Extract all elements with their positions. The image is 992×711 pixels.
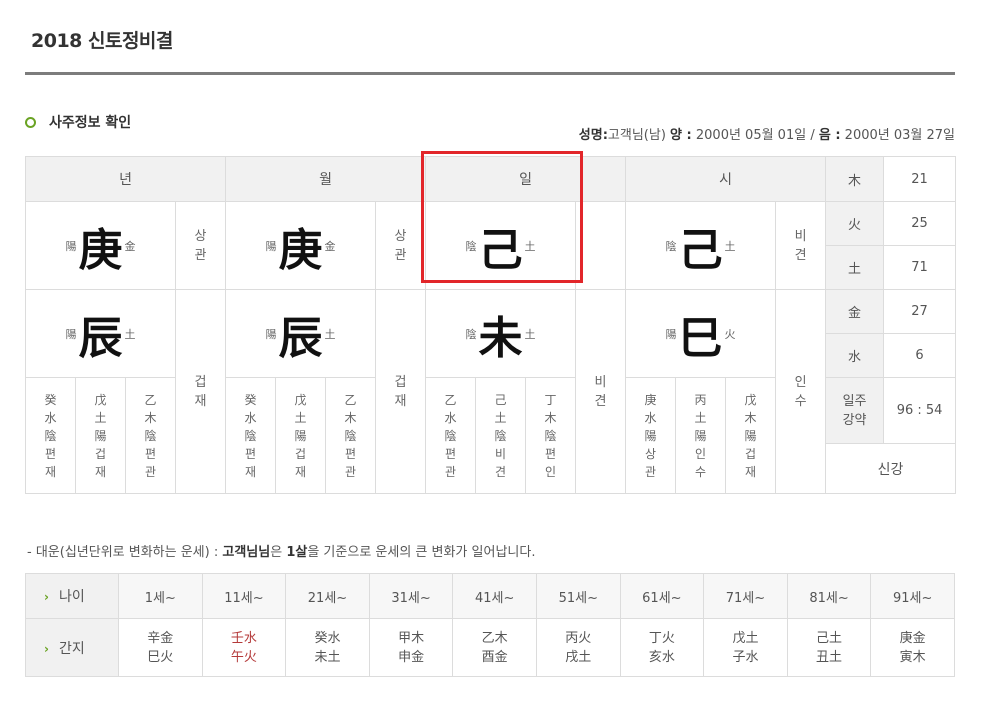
month-branch: 陽辰土 xyxy=(225,289,377,378)
header-month: 월 xyxy=(225,156,427,202)
chevron-right-icon: › xyxy=(44,641,49,656)
day-branch-tengod: 비견 xyxy=(575,289,627,494)
hidden-stem: 庚水陽상관 xyxy=(625,377,677,494)
header-day: 일 xyxy=(425,156,627,202)
month-stem-tengod: 상관 xyxy=(375,201,427,290)
ganji-cell: 丁火 亥水 xyxy=(619,618,705,677)
ganji-cell: 癸水 未土 xyxy=(285,618,370,677)
year-branch: 陽辰土 xyxy=(25,289,176,378)
element-value-wood: 21 xyxy=(883,156,957,202)
hidden-stem: 己土陰비견 xyxy=(475,377,527,494)
age-cell: 71세~ xyxy=(703,573,788,619)
saju-table: 년 월 일 시 木 21 陽庚金 상관 陽庚金 상관 陰己土 陰己土 비견 火 … xyxy=(24,156,957,494)
hidden-stem: 乙水陰편관 xyxy=(425,377,477,494)
name-label: 성명: xyxy=(578,128,608,143)
hour-branch: 陽巳火 xyxy=(625,289,777,378)
daewoon-ganji-row: › 간지 辛金 巳火 壬水 午火 癸水 未土 甲木 申金 乙木 酉金 丙火 戌土 丁火 亥水 戊… xyxy=(25,618,955,677)
section-header: 사주정보 확인 xyxy=(25,112,131,132)
ganji-cell: 甲木 申金 xyxy=(368,618,454,677)
daewoon-age-row: › 나이 1세~ 11세~ 21세~ 31세~ 41세~ 51세~ 61세~ 71… xyxy=(25,573,955,619)
hidden-stem: 癸水陰편재 xyxy=(225,377,277,494)
element-name-water: 水 xyxy=(825,333,885,378)
hidden-stem: 戊木陽겁재 xyxy=(725,377,777,494)
element-name-fire: 火 xyxy=(825,201,885,246)
age-cell: 41세~ xyxy=(452,573,537,619)
header-hour: 시 xyxy=(625,156,827,202)
age-cell: 11세~ xyxy=(201,573,287,619)
ganji-cell: 乙木 酉金 xyxy=(452,618,537,677)
ganji-cell-current: 壬水 午火 xyxy=(201,618,287,677)
solar-date: 2000년 05월 01일 / xyxy=(695,128,815,143)
hidden-stem: 丁木陰편인 xyxy=(525,377,577,494)
age-cell: 91세~ xyxy=(870,573,955,619)
month-stem: 陽庚金 xyxy=(225,201,377,290)
daewoon-start-age: 1살 xyxy=(286,545,308,560)
year-stem: 陽庚金 xyxy=(25,201,176,290)
year-branch-tengod: 겁재 xyxy=(174,289,227,494)
element-value-metal: 27 xyxy=(883,289,957,334)
circle-bullet-icon xyxy=(25,116,36,128)
daewoon-name: 고객님님 xyxy=(222,545,271,560)
month-branch-tengod: 겁재 xyxy=(375,289,427,494)
solar-label: 양 : xyxy=(670,128,692,143)
hour-stem: 陰己土 xyxy=(625,201,777,290)
ganji-row-header: › 간지 xyxy=(25,618,119,677)
element-value-fire: 25 xyxy=(883,201,957,246)
day-stem-tengod xyxy=(575,201,627,290)
element-name-metal: 金 xyxy=(825,289,885,334)
hour-stem-tengod: 비견 xyxy=(775,201,827,290)
day-branch: 陰未土 xyxy=(425,289,577,378)
age-cell: 51세~ xyxy=(535,573,621,619)
year-stem-tengod: 상관 xyxy=(174,201,227,290)
element-value-water: 6 xyxy=(883,333,957,378)
age-cell: 61세~ xyxy=(619,573,705,619)
strength-label: 일주 강약 xyxy=(825,377,885,444)
daewoon-caption: - 대운(십년단위로 변화하는 운세) : 고객님님은 1살을 기준으로 운세의… xyxy=(27,545,536,560)
day-stem: 陰己土 xyxy=(425,201,577,290)
ganji-cell: 庚金 寅木 xyxy=(870,618,955,677)
daewoon-table: › 나이 1세~ 11세~ 21세~ 31세~ 41세~ 51세~ 61세~ 71… xyxy=(25,573,955,677)
age-cell: 31세~ xyxy=(368,573,454,619)
strength-ratio: 96 : 54 xyxy=(883,377,957,444)
name-value: 고객님(남) xyxy=(607,128,666,143)
header-year: 년 xyxy=(24,156,227,202)
ganji-cell: 戊土 子水 xyxy=(703,618,788,677)
page-title: 2018 신토정비결 xyxy=(31,30,173,52)
birth-info: 성명:고객님(남) 양 : 2000년 05월 01일 / 음 : 2000년 … xyxy=(579,124,955,143)
hidden-stem: 癸水陰편재 xyxy=(25,377,76,494)
hour-branch-tengod: 인수 xyxy=(775,289,827,494)
title-divider xyxy=(25,72,955,75)
hidden-stem: 乙木陰편관 xyxy=(325,377,377,494)
age-row-header: › 나이 xyxy=(25,573,119,619)
age-cell: 81세~ xyxy=(786,573,872,619)
ganji-cell: 辛金 巳火 xyxy=(118,618,203,677)
chevron-right-icon: › xyxy=(44,590,49,604)
element-name-earth: 土 xyxy=(825,245,885,290)
age-cell: 21세~ xyxy=(285,573,370,619)
ganji-cell: 丙火 戌土 xyxy=(535,618,621,677)
hidden-stem: 丙土陽인수 xyxy=(675,377,727,494)
element-value-earth: 71 xyxy=(883,245,957,290)
lunar-date: 2000년 03월 27일 xyxy=(844,128,955,143)
hidden-stem: 戊土陽겁재 xyxy=(275,377,327,494)
section-title: 사주정보 확인 xyxy=(49,115,132,131)
lunar-label: 음 : xyxy=(818,128,841,143)
hidden-stem: 乙木陰편관 xyxy=(125,377,176,494)
hidden-stem: 戊土陽겁재 xyxy=(75,377,126,494)
age-cell: 1세~ xyxy=(118,573,203,619)
ganji-cell: 己土 丑土 xyxy=(786,618,872,677)
strength-result: 신강 xyxy=(825,443,957,494)
element-name-wood: 木 xyxy=(825,156,885,202)
